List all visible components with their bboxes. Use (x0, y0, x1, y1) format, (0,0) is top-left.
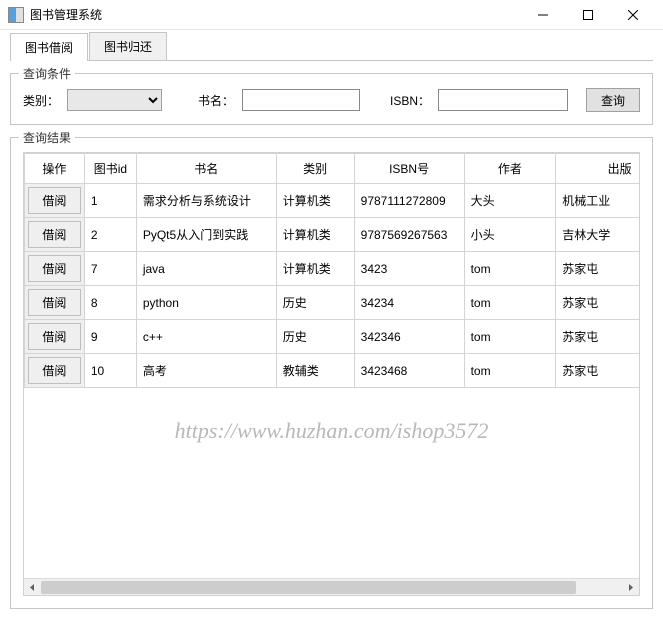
table-row: 借阅10高考教辅类3423468tom苏家屯 (25, 354, 640, 388)
cell-pub: 苏家屯 (556, 320, 639, 354)
col-pub: 出版 (556, 154, 639, 184)
horizontal-scrollbar[interactable] (24, 578, 639, 595)
maximize-button[interactable] (565, 0, 610, 30)
table-row: 借阅2PyQt5从入门到实践计算机类9787569267563小头吉林大学 (25, 218, 640, 252)
cell-isbn: 3423468 (354, 354, 464, 388)
cell-pub: 苏家屯 (556, 286, 639, 320)
borrow-button[interactable]: 借阅 (28, 221, 81, 248)
tab-return[interactable]: 图书归还 (89, 32, 167, 60)
cell-author: tom (464, 320, 556, 354)
cell-cat: 计算机类 (276, 184, 354, 218)
tab-bar: 图书借阅 图书归还 (10, 32, 653, 61)
tab-borrow[interactable]: 图书借阅 (10, 33, 88, 61)
results-table: 操作 图书id 书名 类别 ISBN号 作者 出版 借阅1需求分析与系统设计计算… (24, 153, 639, 388)
cell-author: tom (464, 354, 556, 388)
borrow-button[interactable]: 借阅 (28, 255, 81, 282)
table-row: 借阅8python历史34234tom苏家屯 (25, 286, 640, 320)
isbn-input[interactable] (438, 89, 568, 111)
window-title: 图书管理系统 (30, 6, 520, 23)
borrow-button[interactable]: 借阅 (28, 357, 81, 384)
cell-pub: 机械工业 (556, 184, 639, 218)
cell-name: PyQt5从入门到实践 (136, 218, 276, 252)
scroll-left-icon[interactable] (24, 579, 41, 596)
cell-pub: 苏家屯 (556, 252, 639, 286)
query-group: 查询条件 类别： 书名： ISBN： 查询 (10, 73, 653, 125)
cell-cat: 历史 (276, 320, 354, 354)
title-input[interactable] (242, 89, 360, 111)
borrow-button[interactable]: 借阅 (28, 323, 81, 350)
close-button[interactable] (610, 0, 655, 30)
cell-isbn: 9787569267563 (354, 218, 464, 252)
cell-cat: 计算机类 (276, 252, 354, 286)
cell-name: c++ (136, 320, 276, 354)
cell-isbn: 34234 (354, 286, 464, 320)
scroll-right-icon[interactable] (622, 579, 639, 596)
col-author: 作者 (464, 154, 556, 184)
search-button[interactable]: 查询 (586, 88, 640, 112)
cell-id: 9 (84, 320, 136, 354)
col-name: 书名 (136, 154, 276, 184)
cell-author: 大头 (464, 184, 556, 218)
cell-author: 小头 (464, 218, 556, 252)
cell-id: 7 (84, 252, 136, 286)
cell-isbn: 9787111272809 (354, 184, 464, 218)
cell-pub: 吉林大学 (556, 218, 639, 252)
cell-id: 10 (84, 354, 136, 388)
cell-cat: 教辅类 (276, 354, 354, 388)
table-row: 借阅7java计算机类3423tom苏家屯 (25, 252, 640, 286)
col-cat: 类别 (276, 154, 354, 184)
cell-name: python (136, 286, 276, 320)
cell-id: 1 (84, 184, 136, 218)
cell-cat: 计算机类 (276, 218, 354, 252)
category-label: 类别： (23, 92, 59, 109)
table-row: 借阅9c++历史342346tom苏家屯 (25, 320, 640, 354)
cell-name: 高考 (136, 354, 276, 388)
cell-id: 2 (84, 218, 136, 252)
category-select[interactable] (67, 89, 162, 111)
cell-pub: 苏家屯 (556, 354, 639, 388)
cell-author: tom (464, 286, 556, 320)
cell-id: 8 (84, 286, 136, 320)
table-row: 借阅1需求分析与系统设计计算机类9787111272809大头机械工业 (25, 184, 640, 218)
app-icon (8, 7, 24, 23)
query-legend: 查询条件 (19, 65, 75, 82)
col-id: 图书id (84, 154, 136, 184)
title-label: 书名： (198, 92, 234, 109)
borrow-button[interactable]: 借阅 (28, 187, 81, 214)
col-isbn: ISBN号 (354, 154, 464, 184)
col-op: 操作 (25, 154, 85, 184)
cell-author: tom (464, 252, 556, 286)
results-table-wrap: 操作 图书id 书名 类别 ISBN号 作者 出版 借阅1需求分析与系统设计计算… (23, 152, 640, 596)
cell-isbn: 3423 (354, 252, 464, 286)
minimize-button[interactable] (520, 0, 565, 30)
scroll-thumb[interactable] (41, 581, 576, 594)
cell-isbn: 342346 (354, 320, 464, 354)
isbn-label: ISBN： (390, 92, 430, 109)
titlebar: 图书管理系统 (0, 0, 663, 30)
table-header-row: 操作 图书id 书名 类别 ISBN号 作者 出版 (25, 154, 640, 184)
cell-cat: 历史 (276, 286, 354, 320)
cell-name: java (136, 252, 276, 286)
results-legend: 查询结果 (19, 129, 75, 146)
cell-name: 需求分析与系统设计 (136, 184, 276, 218)
results-group: 查询结果 操作 图书id 书名 类别 ISBN号 作者 出版 (10, 137, 653, 609)
borrow-button[interactable]: 借阅 (28, 289, 81, 316)
